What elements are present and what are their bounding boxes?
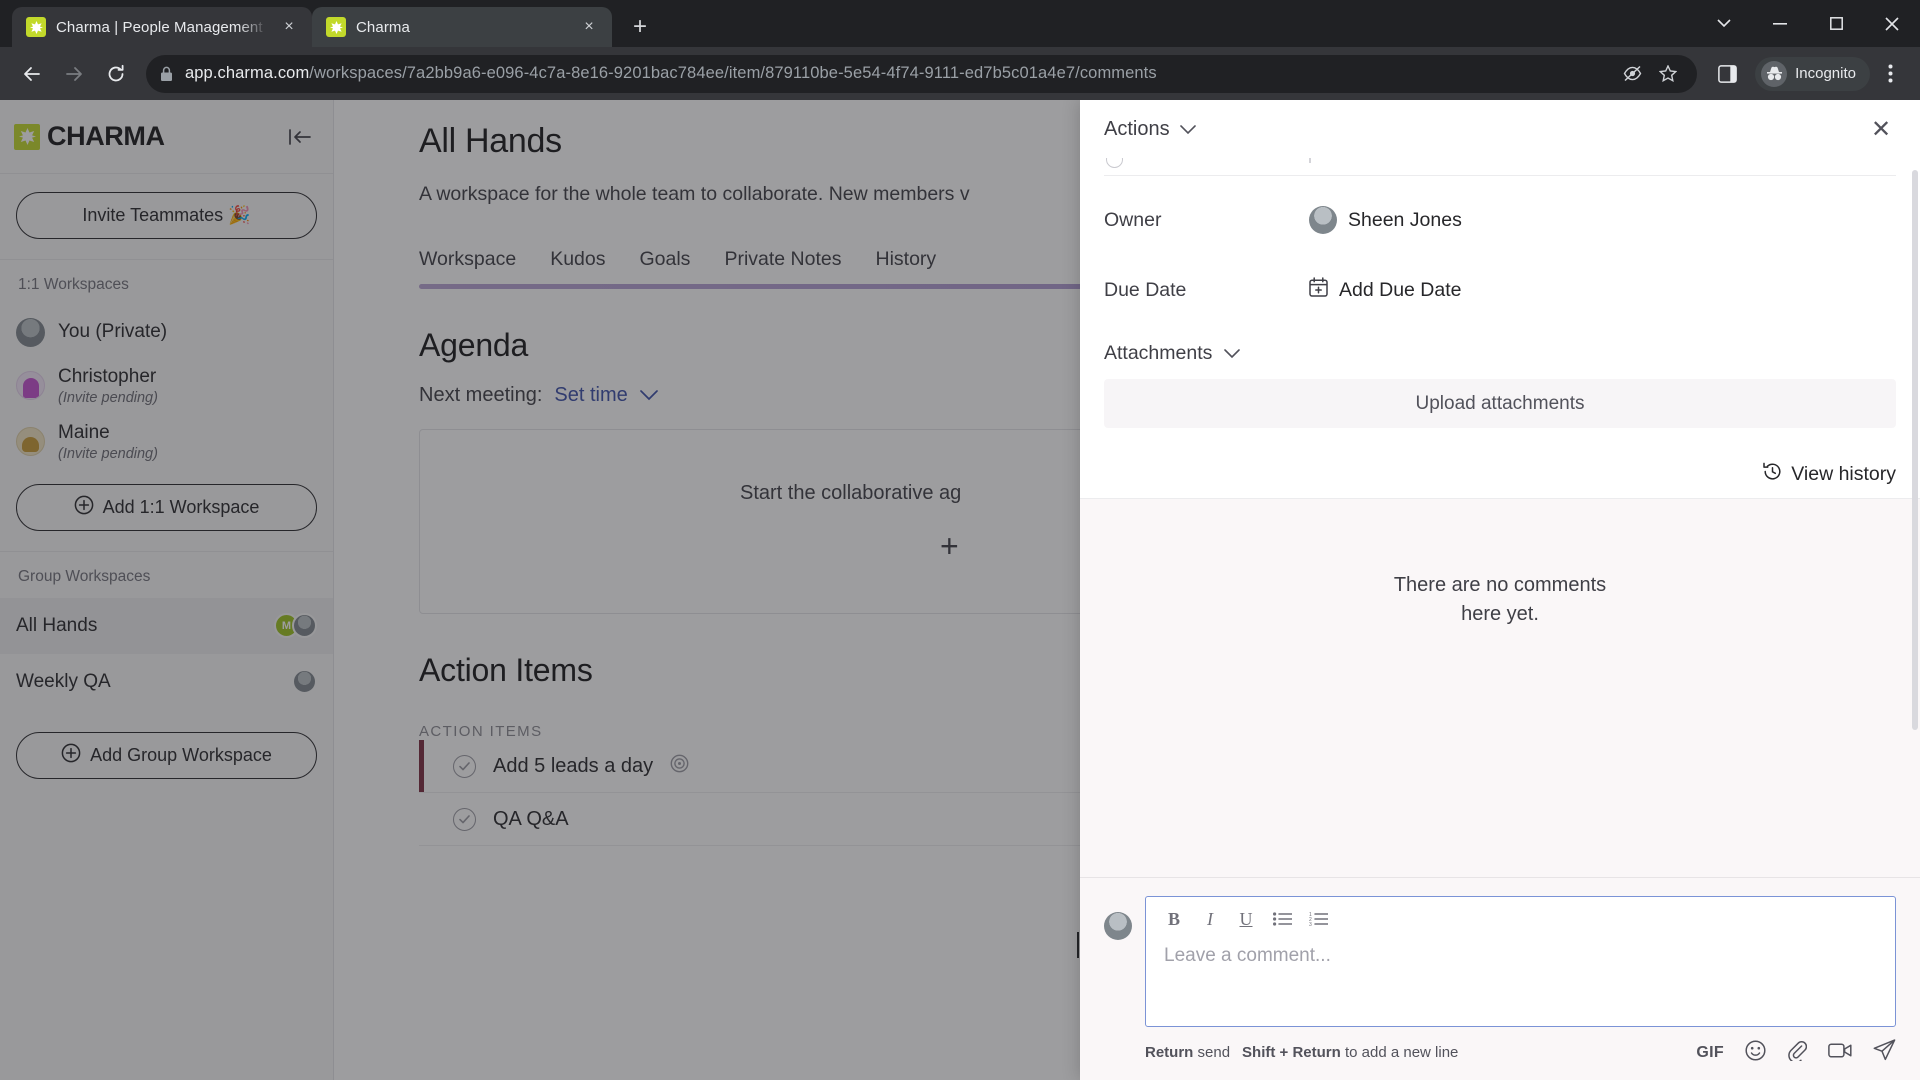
chevron-down-icon <box>1179 118 1196 141</box>
panel-details: Owner Sheen Jones Due Date Add Due Date <box>1080 158 1920 498</box>
empty-line-2: here yet. <box>1461 603 1539 625</box>
omnibox-actions <box>1607 59 1683 89</box>
empty-comments-message: There are no comments here yet. <box>1394 571 1606 629</box>
url-text: app.charma.com/workspaces/7a2bb9a6-e096-… <box>185 64 1157 82</box>
forward-button[interactable] <box>54 54 94 94</box>
numbered-list-icon[interactable]: 123 <box>1304 905 1332 933</box>
minimize-button[interactable] <box>1752 0 1808 47</box>
hint-send: send <box>1197 1044 1231 1061</box>
comment-composer: B I U 123 Leave a comment... Return send… <box>1080 877 1920 1080</box>
keyboard-hint: Return send Shift + Return to add a new l… <box>1145 1044 1458 1061</box>
browser-toolbar: app.charma.com/workspaces/7a2bb9a6-e096-… <box>0 47 1920 100</box>
actions-dropdown[interactable]: Actions <box>1104 118 1196 141</box>
page-viewport: CHARMA Invite Teammates 🎉 1:1 Workspaces… <box>0 100 1920 1080</box>
actions-label: Actions <box>1104 117 1170 140</box>
maximize-button[interactable] <box>1808 0 1864 47</box>
profile-label: Incognito <box>1795 65 1856 82</box>
hint-newline: to add a new line <box>1344 1044 1459 1061</box>
chevron-down-icon <box>1224 342 1241 365</box>
bulleted-list-icon[interactable] <box>1268 905 1296 933</box>
reload-button[interactable] <box>96 54 136 94</box>
avatar <box>1104 912 1132 940</box>
avatar <box>1309 206 1337 234</box>
empty-line-1: There are no comments <box>1393 574 1607 596</box>
clipped-row-above <box>1104 158 1896 176</box>
hint-return-key: Return <box>1145 1044 1194 1061</box>
bold-icon[interactable]: B <box>1160 905 1188 933</box>
underline-icon[interactable]: U <box>1232 905 1260 933</box>
tab-search-icon[interactable] <box>1696 0 1752 47</box>
view-history-button[interactable]: View history <box>1104 462 1896 487</box>
profile-incognito-chip[interactable]: Incognito <box>1755 56 1870 91</box>
view-history-label: View history <box>1791 463 1896 485</box>
browser-window: Charma | People Management S × Charma × … <box>0 0 1920 1080</box>
tab-close-icon[interactable]: × <box>578 16 600 38</box>
back-button[interactable] <box>12 54 52 94</box>
chrome-menu-button[interactable] <box>1872 56 1908 92</box>
comments-list: There are no comments here yet. <box>1080 498 1920 877</box>
due-date-label: Add Due Date <box>1339 278 1462 301</box>
upload-attachments-button[interactable]: Upload attachments <box>1104 379 1896 428</box>
lock-icon <box>160 66 173 82</box>
video-icon[interactable] <box>1828 1042 1852 1064</box>
italic-icon[interactable]: I <box>1196 905 1224 933</box>
text-cursor <box>1077 932 1079 958</box>
new-tab-button[interactable]: + <box>622 9 658 45</box>
tab-strip: Charma | People Management S × Charma × … <box>0 0 1920 47</box>
browser-tab-1[interactable]: Charma | People Management S × <box>12 7 312 47</box>
tab-title: Charma <box>356 18 410 36</box>
address-bar[interactable]: app.charma.com/workspaces/7a2bb9a6-e096-… <box>146 54 1698 93</box>
panel-header: Actions ✕ <box>1080 100 1920 158</box>
close-panel-button[interactable]: ✕ <box>1864 112 1898 146</box>
close-window-button[interactable] <box>1864 0 1920 47</box>
attachment-icon[interactable] <box>1787 1040 1808 1066</box>
comment-input[interactable]: Leave a comment... <box>1146 937 1895 975</box>
charma-favicon-icon <box>26 17 46 37</box>
incognito-icon <box>1761 60 1788 87</box>
tab-close-icon[interactable]: × <box>278 16 300 38</box>
tab-title: Charma | People Management S <box>56 18 268 36</box>
attachments-section-header[interactable]: Attachments <box>1104 342 1896 365</box>
bookmark-star-icon[interactable] <box>1653 59 1683 89</box>
calendar-plus-icon <box>1309 277 1328 303</box>
comments-side-panel: Actions ✕ Owner Sheen Jones Due Date Add… <box>1080 100 1920 1080</box>
field-label: Due Date <box>1104 278 1187 301</box>
owner-field-row: Owner Sheen Jones <box>1104 194 1896 246</box>
add-due-date-button[interactable]: Add Due Date <box>1309 277 1462 303</box>
send-icon[interactable] <box>1873 1039 1896 1066</box>
hint-shift-return-key: Shift + Return <box>1242 1044 1341 1061</box>
gif-button[interactable]: GIF <box>1696 1044 1724 1062</box>
owner-name: Sheen Jones <box>1348 208 1462 231</box>
formatting-toolbar: B I U 123 <box>1146 897 1895 937</box>
composer-footer: Return send Shift + Return to add a new l… <box>1104 1039 1896 1066</box>
side-panel-button[interactable] <box>1707 54 1747 94</box>
comment-editor[interactable]: B I U 123 Leave a comment... <box>1145 896 1896 1027</box>
field-label: Owner <box>1104 208 1162 231</box>
due-date-field-row: Due Date Add Due Date <box>1104 264 1896 316</box>
composer-actions: GIF <box>1696 1039 1896 1066</box>
browser-tab-2[interactable]: Charma × <box>312 7 612 47</box>
svg-text:3: 3 <box>1309 922 1312 926</box>
history-clock-icon <box>1763 462 1782 487</box>
window-controls <box>1696 0 1920 47</box>
tracking-protection-icon[interactable] <box>1617 59 1647 89</box>
owner-value[interactable]: Sheen Jones <box>1309 206 1462 234</box>
charma-favicon-icon <box>326 17 346 37</box>
panel-scrollbar[interactable] <box>1912 170 1918 730</box>
emoji-icon[interactable] <box>1745 1039 1766 1066</box>
attachments-label: Attachments <box>1104 342 1213 364</box>
